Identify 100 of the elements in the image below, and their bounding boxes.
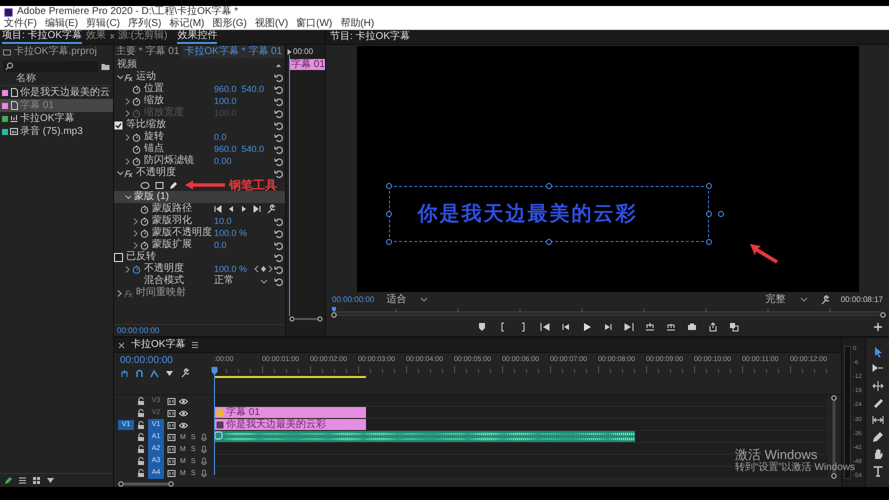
property-value[interactable]: 540.0 — [242, 144, 264, 154]
project-item[interactable]: 字幕 01 — [0, 99, 113, 112]
resize-handle[interactable] — [386, 239, 392, 245]
go-to-in-icon[interactable] — [540, 322, 550, 332]
wrench-icon[interactable] — [266, 204, 275, 214]
lock-icon[interactable] — [137, 444, 145, 454]
property-value[interactable]: 960.0 — [214, 144, 237, 154]
playhead-icon[interactable] — [211, 367, 218, 375]
reset-icon[interactable] — [274, 240, 283, 250]
eye-icon[interactable] — [179, 420, 188, 430]
compare-icon[interactable] — [728, 322, 738, 332]
lock-icon[interactable] — [137, 456, 145, 466]
track-backward-icon[interactable] — [214, 205, 222, 213]
stopwatch-icon[interactable] — [132, 264, 141, 274]
stopwatch-icon[interactable] — [132, 132, 141, 142]
play-triangle-icon[interactable] — [287, 48, 292, 56]
expand-chevron-icon[interactable] — [124, 133, 131, 141]
icon-view-icon[interactable] — [32, 476, 41, 485]
lock-icon[interactable] — [137, 432, 145, 442]
resize-handle[interactable] — [546, 183, 552, 189]
zoom-scrollbar-icon[interactable] — [289, 316, 323, 322]
timecode[interactable]: 00:00:00:00 — [332, 296, 374, 304]
play-icon[interactable] — [582, 322, 592, 332]
export-icon[interactable] — [708, 322, 718, 332]
sync-lock-icon[interactable] — [167, 408, 176, 418]
ripple-edit-tool-icon[interactable] — [872, 380, 884, 392]
menu-item[interactable]: 编辑(E) — [44, 18, 78, 28]
clip-bar[interactable]: 字幕 01 — [289, 59, 325, 70]
type-tool-icon[interactable] — [872, 465, 884, 477]
previous-keyframe-icon[interactable] — [253, 265, 259, 273]
property-value[interactable]: 0.00 — [214, 156, 232, 166]
step-back-icon[interactable] — [560, 322, 570, 332]
resize-handle[interactable] — [386, 183, 392, 189]
marker-icon[interactable] — [165, 368, 174, 378]
property-value[interactable]: 0.0 — [214, 240, 227, 250]
track-select-tool-icon[interactable] — [872, 363, 884, 375]
quality-dropdown[interactable]: 完整 — [766, 294, 808, 304]
project-item[interactable]: 卡拉OK字幕 — [0, 112, 113, 125]
stopwatch-icon[interactable] — [140, 240, 149, 250]
stopwatch-icon[interactable] — [132, 156, 141, 166]
slip-tool-icon[interactable] — [872, 414, 884, 426]
next-keyframe-icon[interactable] — [268, 265, 274, 273]
reset-icon[interactable] — [274, 216, 283, 226]
plus-icon[interactable] — [873, 322, 883, 332]
eye-icon[interactable] — [179, 408, 188, 418]
audio-clip[interactable] — [214, 431, 635, 442]
linked-selection-icon[interactable] — [150, 368, 159, 378]
horizontal-scrollbar[interactable] — [118, 480, 174, 488]
nest-icon[interactable] — [120, 368, 129, 378]
property-value[interactable]: 10.0 — [214, 216, 232, 226]
reset-icon[interactable] — [274, 252, 283, 262]
menu-icon[interactable] — [191, 341, 200, 349]
pen-tool-icon[interactable] — [872, 431, 884, 443]
insert-icon[interactable] — [644, 322, 654, 332]
folder-icon[interactable] — [101, 62, 110, 70]
expand-chevron-icon[interactable] — [124, 97, 131, 105]
panel-tab[interactable]: 效果控件 — [177, 30, 218, 44]
expand-chevron-icon[interactable] — [132, 217, 139, 225]
menu-item[interactable]: 视图(V) — [254, 18, 288, 28]
expand-chevron-icon[interactable] — [116, 169, 123, 177]
snap-icon[interactable] — [135, 368, 144, 378]
reset-icon[interactable] — [274, 168, 283, 178]
expand-chevron-icon[interactable] — [132, 229, 139, 237]
zoom-dropdown[interactable]: 适合 — [386, 294, 428, 304]
reset-icon[interactable] — [274, 228, 283, 238]
menu-item[interactable]: 序列(S) — [128, 18, 162, 28]
close-icon[interactable] — [118, 342, 125, 348]
expand-chevron-icon[interactable] — [132, 241, 139, 249]
graphic-clip[interactable]: 字幕 01 — [214, 407, 366, 418]
reset-icon[interactable] — [274, 276, 283, 286]
resize-handle[interactable] — [706, 239, 712, 245]
reset-icon[interactable] — [274, 156, 283, 166]
track-back-frame-icon[interactable] — [227, 205, 235, 213]
property-value[interactable]: 960.0 — [214, 84, 237, 94]
reset-icon[interactable] — [274, 96, 283, 106]
stopwatch-icon[interactable] — [132, 96, 141, 106]
property-value[interactable]: 100.0 % — [214, 264, 248, 274]
resize-handle[interactable] — [706, 183, 712, 189]
microphone-icon[interactable] — [200, 468, 208, 478]
sync-lock-icon[interactable] — [167, 456, 176, 466]
panel-tab[interactable]: 源:(无剪辑) — [118, 30, 168, 44]
eye-icon[interactable] — [179, 396, 188, 406]
property-value[interactable]: 100.0 % — [214, 228, 248, 238]
reset-icon[interactable] — [274, 264, 283, 274]
expand-chevron-icon[interactable] — [124, 265, 131, 273]
reset-icon[interactable] — [274, 108, 283, 118]
blend-mode-dropdown[interactable]: 正常 — [214, 276, 274, 286]
sync-lock-icon[interactable] — [167, 432, 176, 442]
go-to-out-icon[interactable] — [624, 322, 634, 332]
collapse-icon[interactable] — [275, 62, 282, 68]
reset-icon[interactable] — [274, 120, 283, 130]
lock-icon[interactable] — [137, 408, 145, 418]
checkbox[interactable] — [114, 252, 123, 262]
property-value[interactable]: 100.0 — [214, 96, 237, 106]
property-value[interactable]: 540.0 — [242, 84, 264, 94]
expand-chevron-icon[interactable] — [124, 193, 131, 201]
wrench-icon[interactable] — [180, 368, 189, 378]
expand-chevron-icon[interactable] — [116, 73, 123, 81]
track-forward-frame-icon[interactable] — [240, 205, 248, 213]
sync-lock-icon[interactable] — [167, 468, 176, 478]
